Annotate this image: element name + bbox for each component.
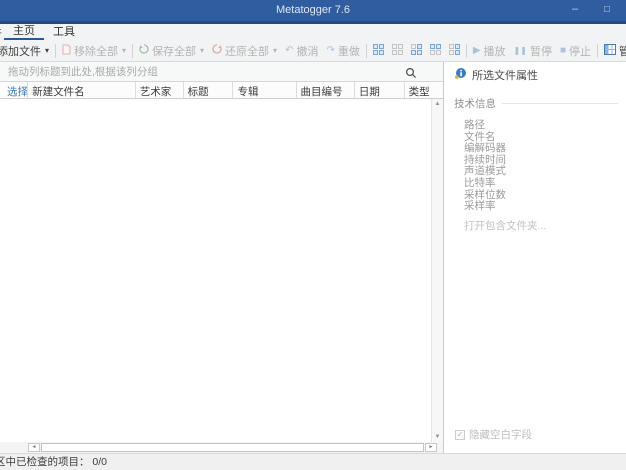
scroll-right-icon[interactable]: ► bbox=[425, 443, 437, 452]
menu-tab-row: 件 主页 工具 bbox=[0, 24, 626, 40]
check-selected-icon[interactable] bbox=[429, 43, 442, 58]
group-by-bar[interactable]: 拖动列标题到此处,根据该列分组 bbox=[0, 62, 443, 82]
play-icon: ▶ bbox=[472, 44, 481, 56]
chevron-down-icon: ▾ bbox=[200, 46, 205, 55]
restore-all-button[interactable]: 还原全部 ▾ bbox=[208, 43, 281, 59]
group-by-hint: 拖动列标题到此处,根据该列分组 bbox=[8, 66, 158, 78]
checked-items-status: 区中已检查的项目： 0/0 bbox=[0, 456, 108, 468]
undo-button[interactable]: ↶ 撤消 bbox=[281, 43, 322, 59]
table-body-empty: ▲ ▼ bbox=[0, 99, 443, 442]
tab-home[interactable]: 主页 bbox=[4, 24, 44, 40]
pause-label: 暂停 bbox=[529, 45, 552, 58]
chevron-down-icon: ▾ bbox=[122, 46, 127, 55]
uncheck-all-icon[interactable] bbox=[391, 43, 404, 58]
column-header-artist[interactable]: 艺术家 bbox=[136, 82, 184, 98]
add-files-button[interactable]: 添加文件 ▾ bbox=[0, 43, 53, 59]
scroll-down-icon[interactable]: ▼ bbox=[435, 434, 441, 440]
pause-icon: ❚❚ bbox=[513, 45, 527, 55]
search-icon[interactable] bbox=[405, 66, 417, 86]
column-header-date[interactable]: 日期 bbox=[355, 82, 405, 98]
hide-empty-fields-checkbox[interactable]: ✓ 隐藏空白字段 bbox=[455, 427, 532, 442]
remove-all-button[interactable]: 移除全部 ▾ bbox=[58, 43, 130, 59]
save-all-icon bbox=[139, 43, 149, 58]
toolbar-separator bbox=[465, 43, 467, 58]
app-window: Metatogger 7.6 – □ 件 主页 工具 添加文件 ▾ 移除全部 ▾ bbox=[0, 0, 626, 470]
manage-columns-button[interactable]: 管理列 bbox=[600, 43, 626, 59]
restore-all-icon bbox=[212, 43, 222, 58]
column-header-new-filename[interactable]: 新建文件名 bbox=[28, 82, 136, 98]
table-header-row: 选择 新建文件名 艺术家 标题 专辑 曲目编号 日期 类型 bbox=[0, 82, 443, 99]
pause-button[interactable]: ❚❚ 暂停 bbox=[510, 43, 556, 59]
save-all-button[interactable]: 保存全部 ▾ bbox=[135, 43, 208, 59]
invert-check-icon[interactable] bbox=[410, 43, 423, 58]
section-divider bbox=[502, 103, 618, 104]
technical-info-label: 技术信息 bbox=[454, 98, 496, 110]
restore-all-label: 还原全部 bbox=[225, 45, 270, 58]
undo-icon: ↶ bbox=[285, 44, 294, 56]
scroll-left-icon[interactable]: ◄ bbox=[28, 443, 40, 452]
window-title: Metatogger 7.6 bbox=[276, 4, 350, 16]
undo-label: 撤消 bbox=[296, 45, 319, 58]
check-all-icon[interactable] bbox=[372, 43, 385, 58]
redo-icon: ↷ bbox=[326, 44, 335, 56]
toolbar-separator bbox=[365, 43, 367, 58]
toolbar: 添加文件 ▾ 移除全部 ▾ 保存全部 ▾ 还原全部 ▾ ↶ 撤消 ↷ 重做 ▶ … bbox=[0, 40, 626, 61]
field-bitrate: 比特率 bbox=[464, 176, 496, 189]
selected-file-properties-panel: 所选文件属性 技术信息 路径 文件名 编解码器 持续时间 声道模式 比特率 采样… bbox=[443, 62, 626, 453]
tab-tools[interactable]: 工具 bbox=[44, 24, 84, 40]
add-files-label: 添加文件 bbox=[0, 45, 41, 58]
play-button[interactable]: ▶ 播放 bbox=[469, 43, 510, 59]
toolbar-separator bbox=[597, 43, 598, 58]
file-list-area: 拖动列标题到此处,根据该列分组 选择 新建文件名 艺术家 标题 专辑 曲目编号 … bbox=[0, 62, 443, 453]
horizontal-scrollbar[interactable]: ◄ ► bbox=[0, 442, 443, 453]
file-properties-icon bbox=[454, 67, 467, 83]
maximize-button[interactable]: □ bbox=[592, 0, 622, 21]
column-header-select[interactable]: 选择 bbox=[3, 82, 29, 98]
title-bar: Metatogger 7.6 – □ bbox=[0, 0, 626, 21]
open-containing-folder-link[interactable]: 打开包含文件夹... bbox=[454, 218, 618, 233]
properties-panel-header: 所选文件属性 bbox=[454, 67, 618, 83]
scrollbar-thumb[interactable] bbox=[41, 443, 424, 452]
toolbar-separator bbox=[132, 43, 134, 58]
column-header-album[interactable]: 专辑 bbox=[233, 82, 297, 98]
scroll-up-icon[interactable]: ▲ bbox=[435, 101, 441, 107]
toolbar-separator bbox=[55, 43, 57, 58]
stop-label: 停止 bbox=[569, 45, 591, 58]
play-label: 播放 bbox=[483, 45, 506, 58]
minimize-button[interactable]: – bbox=[560, 0, 590, 21]
remove-all-label: 移除全部 bbox=[74, 45, 119, 58]
stop-icon: ■ bbox=[559, 44, 566, 56]
chevron-down-icon: ▾ bbox=[273, 46, 278, 55]
field-path: 路径 bbox=[464, 119, 485, 131]
status-bar: 区中已检查的项目： 0/0 bbox=[0, 453, 626, 470]
checkbox-check-icon: ✓ bbox=[455, 429, 465, 440]
main-area: 拖动列标题到此处,根据该列分组 选择 新建文件名 艺术家 标题 专辑 曲目编号 … bbox=[0, 62, 626, 453]
properties-panel-title: 所选文件属性 bbox=[472, 70, 538, 82]
remove-file-icon bbox=[62, 44, 71, 58]
vertical-scrollbar[interactable]: ▲ ▼ bbox=[431, 99, 443, 442]
hide-empty-fields-label: 隐藏空白字段 bbox=[469, 429, 532, 441]
column-header-title[interactable]: 标题 bbox=[184, 82, 234, 98]
column-header-track-number[interactable]: 曲目编号 bbox=[297, 82, 355, 98]
chevron-down-icon: ▾ bbox=[45, 46, 50, 55]
redo-label: 重做 bbox=[337, 45, 360, 58]
technical-fields: 路径 文件名 编解码器 持续时间 声道模式 比特率 采样位数 采样率 bbox=[454, 119, 618, 213]
manage-columns-label: 管理列 bbox=[619, 43, 626, 59]
stop-button[interactable]: ■ 停止 bbox=[556, 43, 595, 59]
manage-columns-icon bbox=[604, 43, 616, 58]
ribbon: 件 主页 工具 添加文件 ▾ 移除全部 ▾ 保存全部 bbox=[0, 24, 626, 62]
redo-button[interactable]: ↷ 重做 bbox=[322, 43, 363, 59]
technical-info-section: 技术信息 bbox=[454, 96, 618, 111]
save-all-label: 保存全部 bbox=[152, 45, 197, 58]
uncheck-selected-icon[interactable] bbox=[448, 43, 461, 58]
field-sample-rate: 采样率 bbox=[464, 200, 496, 213]
